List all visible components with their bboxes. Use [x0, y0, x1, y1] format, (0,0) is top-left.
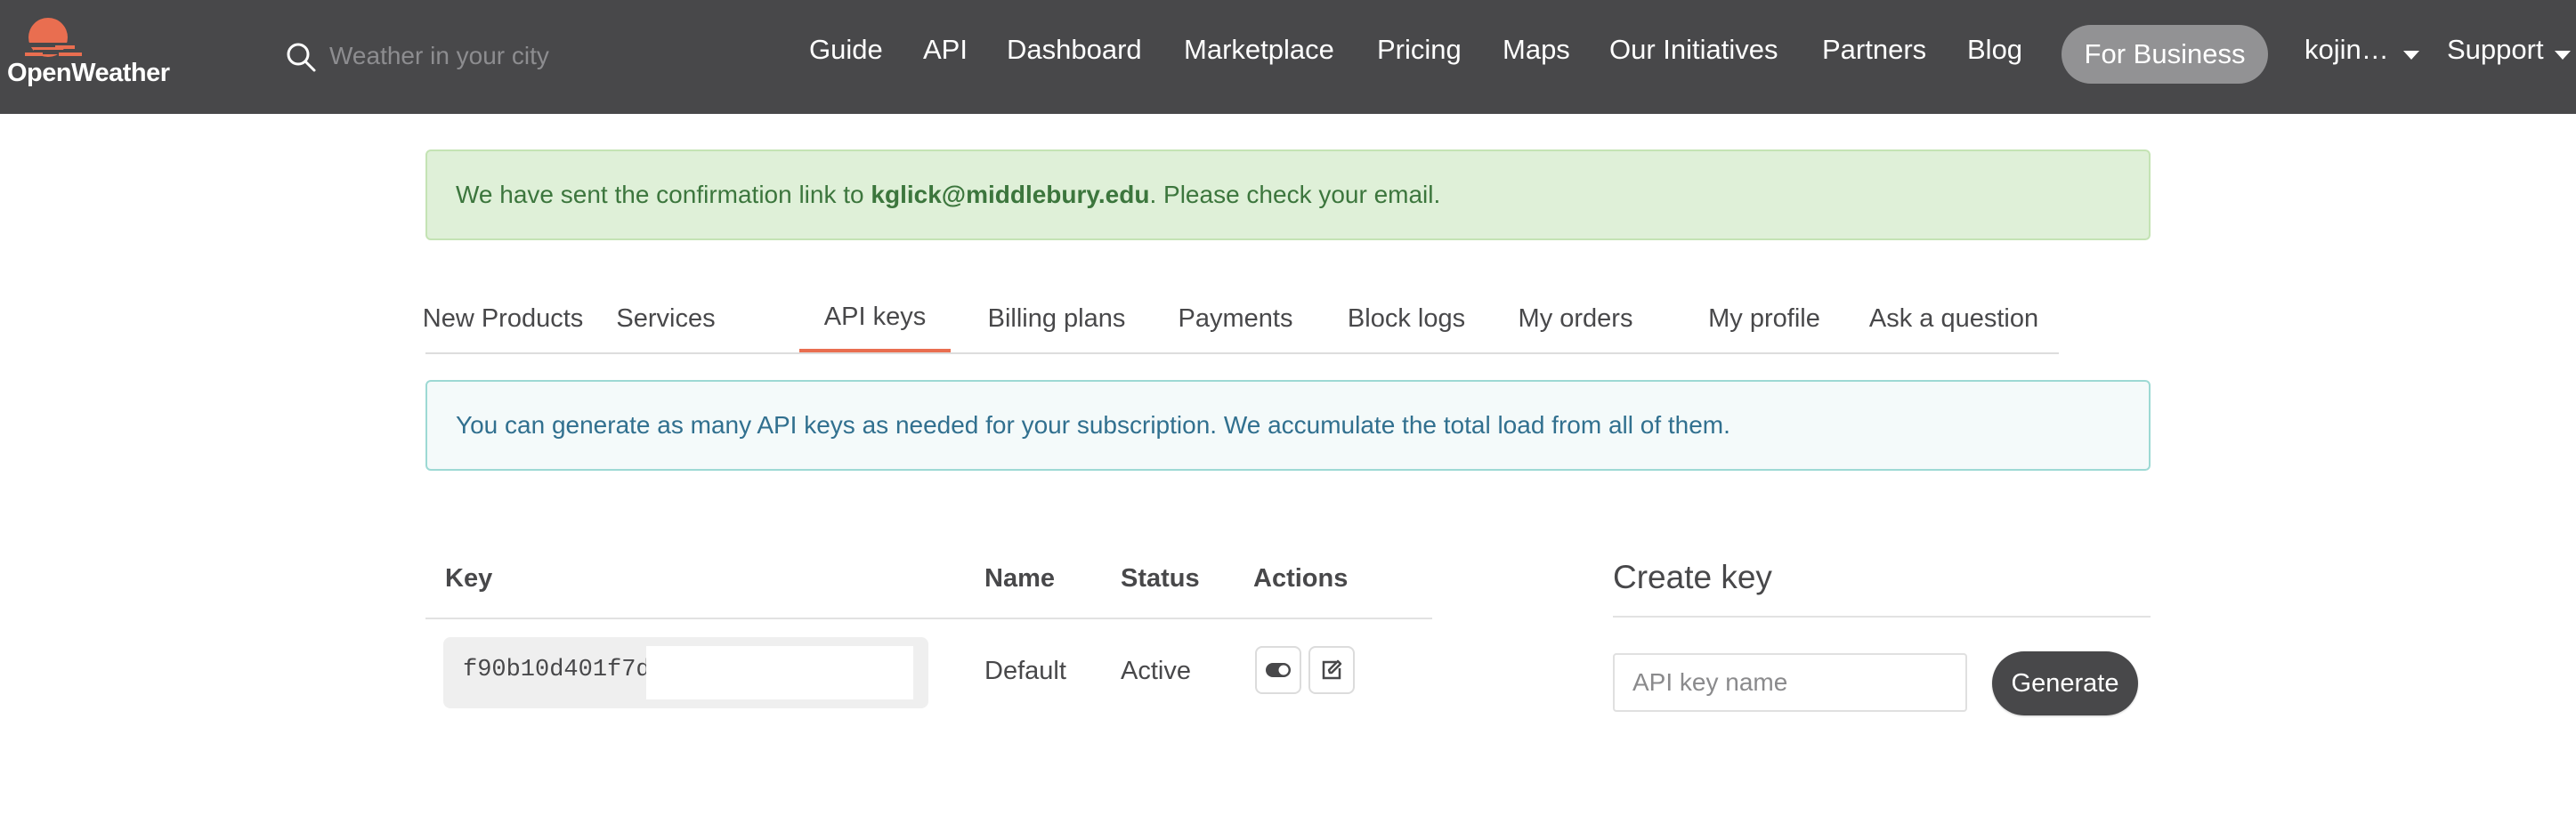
account-tabs: New Products Services API keys Billing p… [423, 285, 2059, 354]
for-business-button[interactable]: For Business [2062, 25, 2268, 84]
confirmation-alert-prefix: We have sent the confirmation link to [456, 181, 871, 208]
nav-item-maps[interactable]: Maps [1503, 34, 1570, 66]
create-key-title: Create key [1613, 559, 1772, 595]
user-menu-caret-icon[interactable] [2403, 51, 2419, 60]
api-key-redaction [646, 646, 913, 699]
nav-item-guide[interactable]: Guide [809, 34, 883, 66]
top-navbar: OpenWeather Guide API Dashboard Marketpl… [0, 0, 2576, 114]
create-key-divider [1613, 616, 2151, 618]
user-menu[interactable]: kojin… [2305, 34, 2389, 66]
tab-my-orders[interactable]: My orders [1504, 285, 1647, 352]
tab-ask-a-question[interactable]: Ask a question [1860, 285, 2047, 352]
column-header-status: Status [1121, 564, 1200, 593]
nav-item-partners[interactable]: Partners [1822, 34, 1926, 66]
tab-block-logs[interactable]: Block logs [1335, 285, 1478, 352]
nav-item-our-initiatives[interactable]: Our Initiatives [1609, 34, 1778, 66]
api-key-value[interactable]: f90b10d401f7d [463, 657, 651, 683]
nav-item-dashboard[interactable]: Dashboard [1007, 34, 1142, 66]
tab-api-keys[interactable]: API keys [799, 285, 951, 352]
confirmation-alert: We have sent the confirmation link to kg… [425, 149, 2151, 240]
tab-services[interactable]: Services [609, 285, 723, 352]
nav-item-blog[interactable]: Blog [1967, 34, 2022, 66]
table-header-divider [425, 618, 1432, 619]
api-key-name-input[interactable] [1613, 653, 1967, 712]
confirmation-email: kglick@middlebury.edu [871, 181, 1150, 208]
edit-key-button[interactable] [1308, 646, 1355, 694]
support-menu[interactable]: Support [2447, 34, 2544, 66]
column-header-key: Key [445, 564, 493, 593]
column-header-name: Name [984, 564, 1055, 593]
api-key-value-box[interactable]: f90b10d401f7d [443, 637, 928, 708]
tab-my-profile[interactable]: My profile [1693, 285, 1835, 352]
nav-item-api[interactable]: API [923, 34, 968, 66]
support-caret-icon[interactable] [2555, 51, 2571, 60]
toggle-icon [1266, 663, 1291, 677]
tab-billing-plans[interactable]: Billing plans [979, 285, 1134, 352]
nav-item-marketplace[interactable]: Marketplace [1184, 34, 1334, 66]
api-key-name: Default [984, 657, 1066, 685]
column-header-actions: Actions [1253, 564, 1349, 593]
confirmation-alert-suffix: . Please check your email. [1149, 181, 1441, 208]
generate-button[interactable]: Generate [1992, 651, 2138, 715]
tab-new-products[interactable]: New Products [423, 285, 584, 352]
toggle-key-button[interactable] [1255, 646, 1301, 694]
api-key-status: Active [1121, 657, 1191, 685]
nav-item-pricing[interactable]: Pricing [1377, 34, 1462, 66]
tab-payments[interactable]: Payments [1164, 285, 1307, 352]
edit-icon [1322, 659, 1342, 680]
api-keys-info-alert: You can generate as many API keys as nee… [425, 380, 2151, 471]
